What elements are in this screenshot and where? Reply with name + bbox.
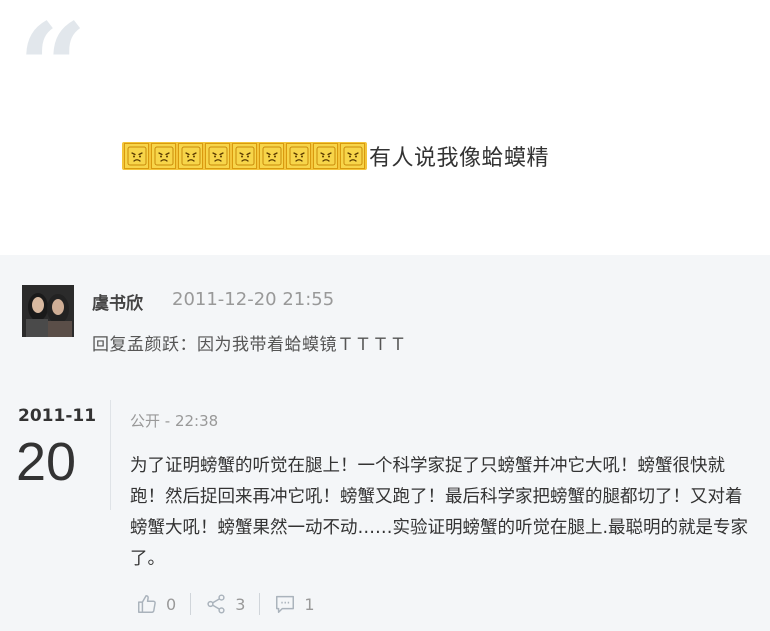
sad-face-emoji-icon bbox=[340, 143, 365, 169]
post-card: “ 有人说我像蛤蟆精 bbox=[0, 0, 770, 255]
post-text: 有人说我像蛤蟆精 bbox=[369, 146, 550, 171]
sad-face-emoji-icon bbox=[205, 143, 230, 169]
post-content: 有人说我像蛤蟆精 bbox=[122, 141, 549, 171]
quote-mark-icon: “ bbox=[18, 0, 88, 138]
sad-face-emoji-icon bbox=[178, 143, 203, 169]
entry-date-day: 20 bbox=[16, 432, 77, 492]
comment-icon bbox=[276, 595, 295, 613]
diary-entry: 2011-11 20 公开 - 22:38 为了证明螃蟹的听觉在腿上！一个科学家… bbox=[0, 373, 770, 631]
divider bbox=[110, 400, 111, 510]
avatar[interactable] bbox=[22, 285, 74, 337]
reply-item: 虞书欣 2011-12-20 21:55 回复孟颜跃：因为我带着蛤蟆镜ＴＴＴＴ bbox=[0, 255, 770, 373]
emoji-strip bbox=[122, 142, 367, 170]
entry-meta: 公开 - 22:38 bbox=[130, 412, 219, 430]
comment-area: 虞书欣 2011-12-20 21:55 回复孟颜跃：因为我带着蛤蟆镜ＴＴＴＴ … bbox=[0, 255, 770, 631]
like-count: 0 bbox=[166, 594, 177, 614]
sad-face-emoji-icon bbox=[313, 143, 338, 169]
comment-button[interactable]: 1 bbox=[274, 593, 315, 615]
entry-actions: 0 3 1 bbox=[136, 593, 315, 615]
sad-face-emoji-icon bbox=[151, 143, 176, 169]
reply-author[interactable]: 虞书欣 bbox=[92, 289, 143, 314]
action-separator bbox=[190, 593, 192, 615]
sad-face-emoji-icon bbox=[259, 143, 284, 169]
share-icon bbox=[207, 594, 225, 614]
thumbs-up-icon bbox=[138, 595, 156, 613]
reply-timestamp: 2011-12-20 21:55 bbox=[172, 289, 335, 310]
action-separator bbox=[259, 593, 261, 615]
comment-count: 1 bbox=[304, 594, 315, 614]
reply-text: 回复孟颜跃：因为我带着蛤蟆镜ＴＴＴＴ bbox=[92, 335, 407, 355]
share-count: 3 bbox=[235, 594, 246, 614]
entry-date-month: 2011-11 bbox=[18, 406, 97, 426]
sad-face-emoji-icon bbox=[232, 143, 257, 169]
like-button[interactable]: 0 bbox=[136, 593, 176, 615]
entry-body: 为了证明螃蟹的听觉在腿上！一个科学家捉了只螃蟹并冲它大吼！螃蟹很快就跑！然后捉回… bbox=[130, 456, 749, 569]
sad-face-emoji-icon bbox=[286, 143, 311, 169]
share-button[interactable]: 3 bbox=[205, 593, 245, 615]
sad-face-emoji-icon bbox=[124, 143, 149, 169]
